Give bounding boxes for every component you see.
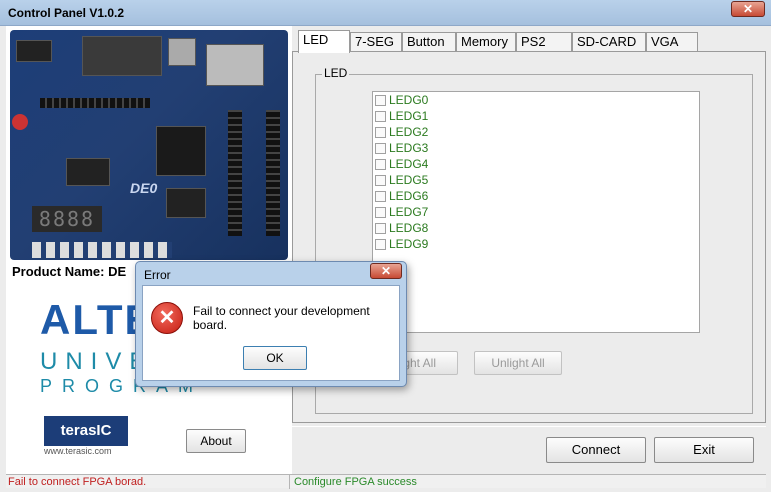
tab-memory[interactable]: Memory (456, 32, 516, 52)
led-label: LEDG1 (389, 109, 429, 123)
led-item-ledg6[interactable]: LEDG6 (373, 188, 699, 204)
led-item-ledg8[interactable]: LEDG8 (373, 220, 699, 236)
dialog-body: ✕ Fail to connect your development board… (142, 285, 400, 381)
window-title: Control Panel V1.0.2 (8, 6, 125, 20)
led-label: LEDG9 (389, 237, 429, 251)
right-panel: LED 7-SEG Button Memory PS2 SD-CARD VGA … (292, 26, 766, 474)
led-checkbox[interactable] (375, 174, 386, 186)
led-checkbox[interactable] (375, 126, 386, 138)
gpio-header-graphic (228, 110, 242, 236)
led-group-title: LED (322, 66, 350, 80)
led-item-ledg5[interactable]: LEDG5 (373, 172, 699, 188)
led-checkbox[interactable] (375, 238, 386, 250)
led-checkbox[interactable] (375, 110, 386, 122)
led-label: LEDG4 (389, 157, 429, 171)
tab-sd-card[interactable]: SD-CARD (572, 32, 646, 52)
ok-button[interactable]: OK (243, 346, 307, 370)
dialog-close-button[interactable]: ✕ (370, 263, 402, 279)
terasic-logo: terasIC (44, 416, 128, 446)
led-item-ledg0[interactable]: LEDG0 (373, 92, 699, 108)
dialog-message: Fail to connect your development board. (193, 304, 370, 332)
tab-button[interactable]: Button (402, 32, 456, 52)
fpga-chip-graphic (156, 126, 206, 176)
led-checkbox[interactable] (375, 222, 386, 234)
tab-led[interactable]: LED (298, 30, 350, 53)
led-item-ledg4[interactable]: LEDG4 (373, 156, 699, 172)
left-panel: DE0 8888 Product Name: DE ALTE UNIVE PRO… (6, 26, 291, 474)
dialog-title: Error (144, 268, 171, 282)
led-label: LEDG2 (389, 125, 429, 139)
switches-graphic (32, 242, 172, 258)
bottom-button-area: Connect Exit (292, 426, 766, 474)
vga-connector-graphic (82, 36, 162, 76)
led-label: LEDG5 (389, 173, 429, 187)
led-checklist[interactable]: LEDG0 LEDG1 LEDG2 LEDG3 LEDG4 LEDG5 LEDG… (372, 91, 700, 333)
led-checkbox[interactable] (375, 142, 386, 154)
tab-bar: LED 7-SEG Button Memory PS2 SD-CARD VGA (292, 30, 762, 53)
led-checkbox[interactable] (375, 94, 386, 106)
board-label: DE0 (130, 180, 158, 196)
connect-button[interactable]: Connect (546, 437, 646, 463)
tab-ps2[interactable]: PS2 (516, 32, 572, 52)
chip-graphic (166, 188, 206, 218)
led-checkbox[interactable] (375, 190, 386, 202)
status-left-message: Fail to connect FPGA borad. (8, 475, 290, 489)
status-right-message: Configure FPGA success (294, 476, 417, 488)
status-bar: Fail to connect FPGA borad. Configure FP… (6, 474, 766, 489)
led-label: LEDG6 (389, 189, 429, 203)
tab-7-seg[interactable]: 7-SEG (350, 32, 402, 52)
led-item-ledg9[interactable]: LEDG9 (373, 236, 699, 252)
terasic-url: www.terasic.com (44, 446, 112, 456)
board-image: DE0 8888 (10, 30, 288, 260)
led-checkbox[interactable] (375, 158, 386, 170)
about-button[interactable]: About (186, 429, 246, 453)
led-label: LEDG7 (389, 205, 429, 219)
led-label: LEDG0 (389, 93, 429, 107)
main-window: DE0 8888 Product Name: DE ALTE UNIVE PRO… (6, 26, 766, 489)
led-item-ledg7[interactable]: LEDG7 (373, 204, 699, 220)
exit-button[interactable]: Exit (654, 437, 754, 463)
led-item-ledg2[interactable]: LEDG2 (373, 124, 699, 140)
power-led (12, 114, 28, 130)
tab-vga[interactable]: VGA (646, 32, 698, 52)
led-item-ledg1[interactable]: LEDG1 (373, 108, 699, 124)
component-row-graphic (40, 98, 150, 108)
sd-slot-graphic (206, 44, 264, 86)
error-dialog: Error ✕ ✕ Fail to connect your developme… (135, 261, 407, 387)
seven-segment-display: 8888 (32, 206, 102, 232)
led-label: LEDG3 (389, 141, 429, 155)
led-item-ledg3[interactable]: LEDG3 (373, 140, 699, 156)
error-icon: ✕ (151, 302, 183, 334)
chip-graphic (16, 40, 52, 62)
led-label: LEDG8 (389, 221, 429, 235)
usb-connector-graphic (168, 38, 196, 66)
title-bar: Control Panel V1.0.2 ✕ (0, 0, 771, 26)
gpio-header-graphic (266, 110, 280, 236)
product-name: Product Name: DE (12, 264, 127, 279)
chip-graphic (66, 158, 110, 186)
close-window-button[interactable]: ✕ (731, 1, 765, 17)
led-checkbox[interactable] (375, 206, 386, 218)
unlight-all-button[interactable]: Unlight All (474, 351, 562, 375)
